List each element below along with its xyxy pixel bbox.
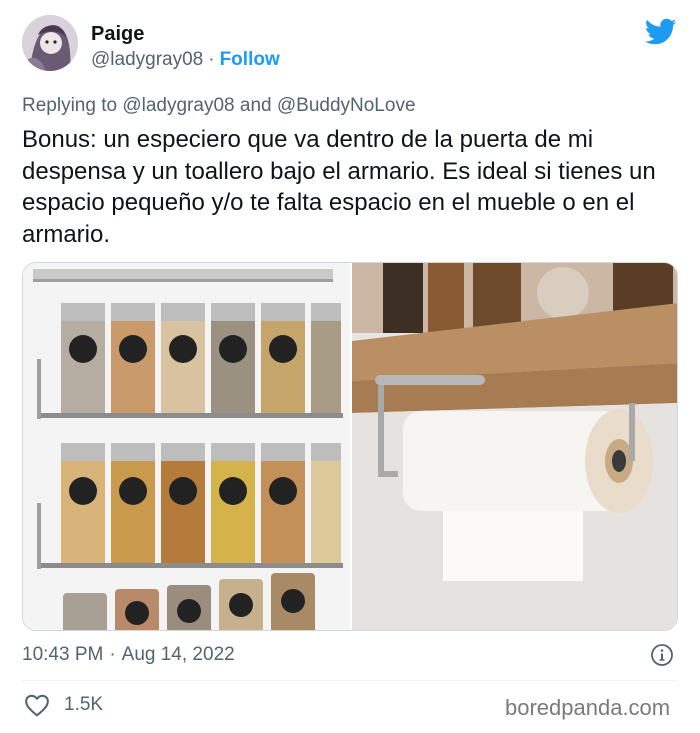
author-handle[interactable]: @ladygray08 — [91, 49, 203, 70]
avatar[interactable] — [22, 15, 78, 71]
like-count: 1.5K — [64, 694, 104, 715]
paper-towel-holder-photo — [352, 263, 677, 630]
watermark: boredpanda.com — [505, 695, 671, 720]
reply-conjunction: and — [239, 95, 272, 116]
reply-mention-1[interactable]: @ladygray08 — [122, 95, 234, 116]
info-icon[interactable] — [650, 643, 674, 667]
reply-mention-2[interactable]: @BuddyNoLove — [277, 95, 416, 116]
avatar-illustration — [22, 15, 78, 71]
twitter-bird-icon[interactable] — [645, 18, 677, 46]
tweet-media[interactable] — [22, 262, 678, 631]
heart-icon[interactable] — [24, 693, 50, 717]
tweet-date[interactable]: Aug 14, 2022 — [122, 644, 235, 665]
tweet-text: Bonus: un especiero que va dentro de la … — [22, 126, 656, 248]
author-name[interactable]: Paige — [91, 23, 144, 45]
tweet-time[interactable]: 10:43 PM — [22, 644, 103, 665]
spice-rack-photo — [23, 263, 350, 630]
tweet-timestamp[interactable]: 10:43 PM · Aug 14, 2022 — [22, 643, 235, 667]
author-handle-line: @ladygray08 · Follow — [91, 49, 280, 71]
reply-prefix: Replying to — [22, 95, 118, 116]
timestamp-separator: · — [109, 644, 116, 665]
divider — [22, 680, 678, 681]
reply-context: Replying to @ladygray08 and @BuddyNoLove — [22, 95, 416, 117]
media-images — [23, 263, 677, 630]
handle-separator: · — [208, 49, 215, 70]
follow-button[interactable]: Follow — [220, 49, 280, 70]
